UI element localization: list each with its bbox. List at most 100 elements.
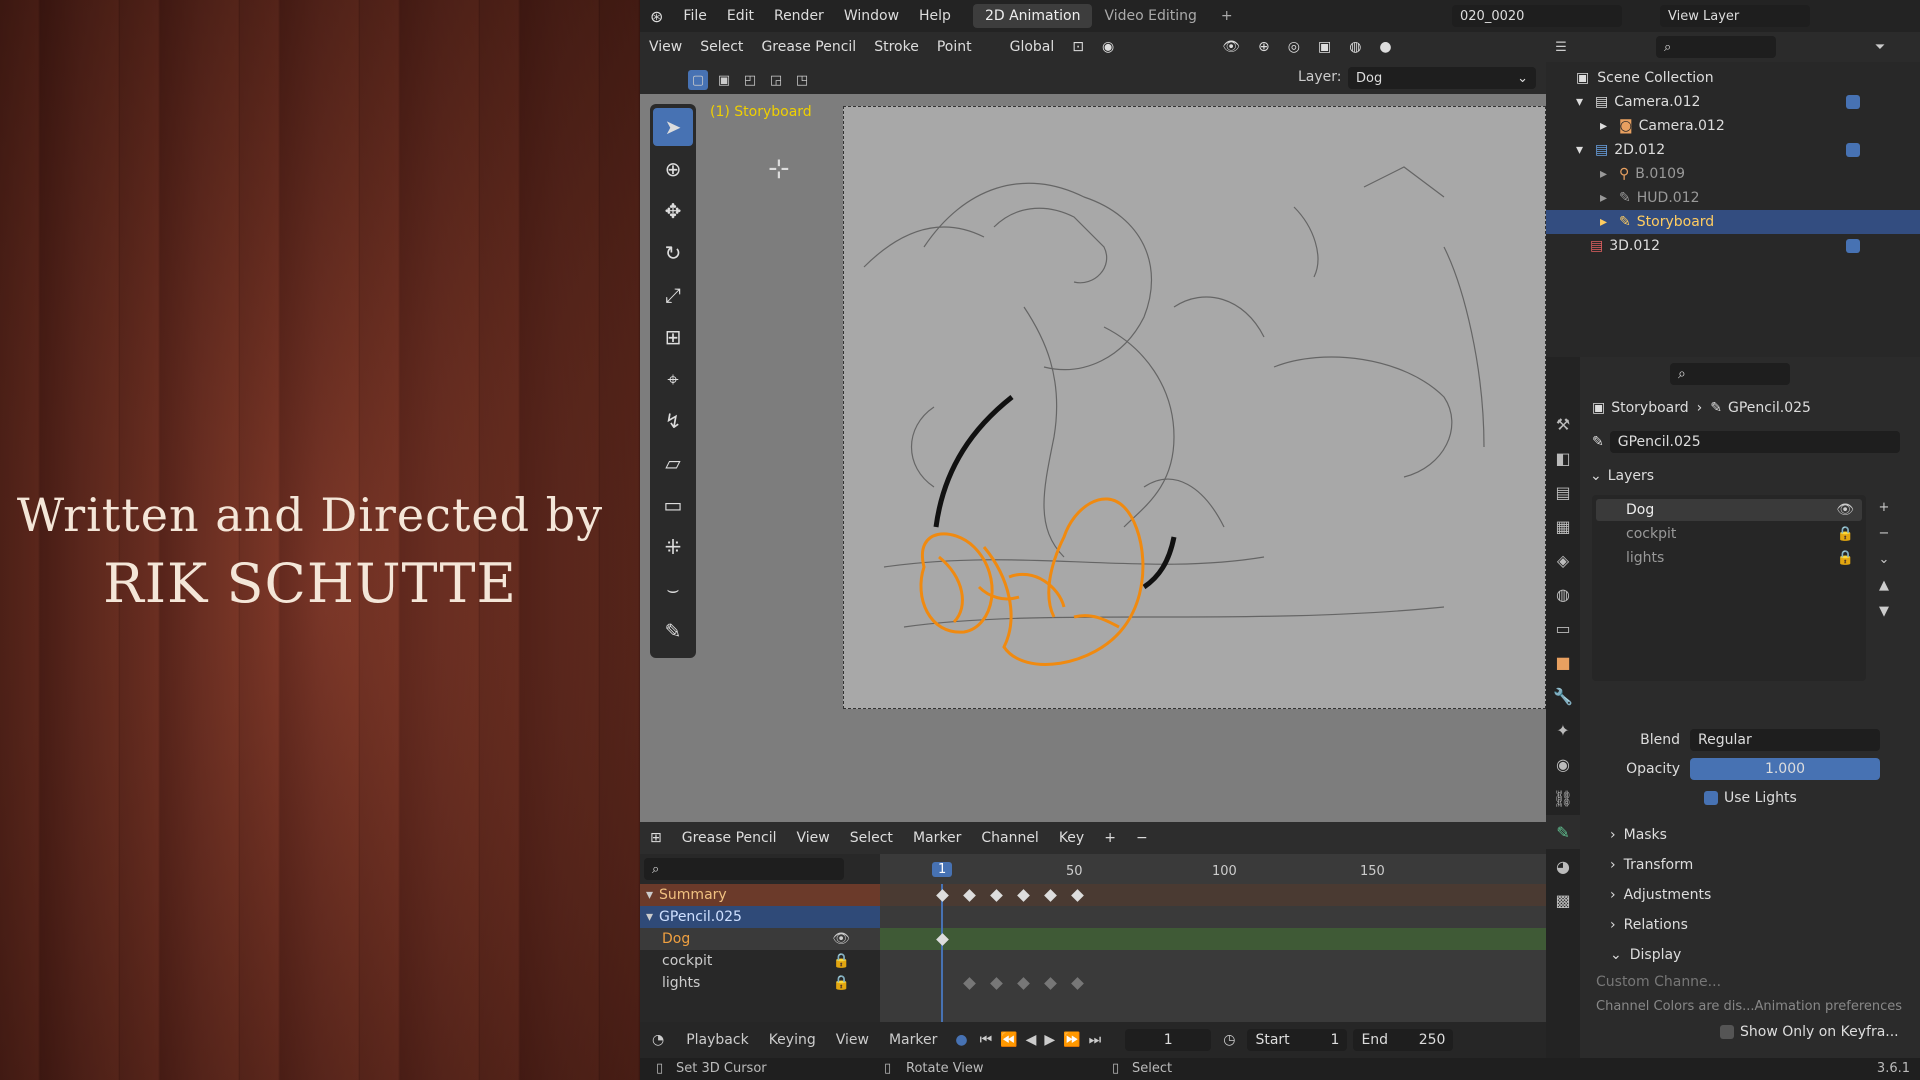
texture-tab-icon[interactable]: ▩: [1546, 883, 1580, 917]
outliner-row-camera-object[interactable]: ▸ ◙ Camera.012: [1546, 114, 1920, 138]
select-mode-invert-icon[interactable]: ◲: [766, 70, 786, 90]
jump-end-icon[interactable]: ⏭: [1085, 1032, 1106, 1048]
expand-icon[interactable]: ▾: [640, 909, 659, 925]
start-frame-field[interactable]: Start 1: [1247, 1029, 1348, 1051]
menu-render[interactable]: Render: [764, 8, 834, 24]
gizmo-icon[interactable]: ⊕: [1249, 39, 1279, 55]
channel-summary[interactable]: ▾ Summary: [640, 884, 880, 906]
exclude-checkbox[interactable]: [1846, 143, 1860, 157]
collection-tab-icon[interactable]: ▭: [1546, 611, 1580, 645]
visibility-icon[interactable]: 👁: [1213, 39, 1249, 55]
3d-cursor-icon[interactable]: ⊹: [768, 154, 790, 184]
to-sphere-tool-icon[interactable]: ▭: [653, 486, 693, 524]
vp-menu-stroke[interactable]: Stroke: [865, 39, 928, 55]
outliner-row-2d-collection[interactable]: ▾ ▤ 2D.012: [1546, 138, 1920, 162]
expand-icon[interactable]: ▸: [1546, 214, 1613, 230]
channel-search-input[interactable]: ⌕: [644, 858, 844, 880]
show-only-keyframes-checkbox[interactable]: [1720, 1025, 1734, 1039]
select-tool-icon[interactable]: ➤: [653, 108, 693, 146]
move-up-icon[interactable]: ▲: [1874, 575, 1894, 595]
vp-menu-grease-pencil[interactable]: Grease Pencil: [752, 39, 865, 55]
view-layer-selector[interactable]: View Layer: [1660, 5, 1810, 27]
use-lights-checkbox[interactable]: [1704, 791, 1718, 805]
vp-menu-point[interactable]: Point: [928, 39, 981, 55]
physics-tab-icon[interactable]: ◉: [1546, 747, 1580, 781]
transform-fill-tool-icon[interactable]: ⁜: [653, 528, 693, 566]
overlay-icon[interactable]: ◎: [1279, 39, 1309, 55]
pb-menu-keying[interactable]: Keying: [759, 1032, 826, 1048]
keyframe[interactable]: [963, 977, 976, 990]
bend-tool-icon[interactable]: ↯: [653, 402, 693, 440]
channel-cockpit[interactable]: cockpit 🔒: [640, 950, 880, 972]
menu-edit[interactable]: Edit: [717, 8, 764, 24]
prev-key-icon[interactable]: ⏪: [996, 1032, 1021, 1048]
lock-icon[interactable]: 🔒: [1837, 526, 1854, 542]
eye-icon[interactable]: 👁: [1836, 502, 1854, 518]
expand-icon[interactable]: ▸: [1546, 118, 1613, 134]
material-tab-icon[interactable]: ◕: [1546, 849, 1580, 883]
tab-video-editing[interactable]: Video Editing: [1092, 4, 1208, 28]
add-workspace-icon[interactable]: +: [1209, 4, 1245, 28]
exclude-checkbox[interactable]: [1846, 95, 1860, 109]
modifier-tab-icon[interactable]: 🔧: [1546, 679, 1580, 713]
tab-2d-animation[interactable]: 2D Animation: [972, 4, 1093, 28]
editor-type-icon[interactable]: ⊞: [640, 830, 672, 846]
add-layer-icon[interactable]: +: [1874, 497, 1894, 517]
exclude-checkbox[interactable]: [1846, 239, 1860, 253]
outliner-row-hud[interactable]: ▸ ✎ HUD.012: [1546, 186, 1920, 210]
interpolate-tool-icon[interactable]: ⌣: [653, 570, 693, 608]
section-masks[interactable]: › Masks: [1580, 822, 1920, 848]
proportional-icon[interactable]: ◉: [1093, 39, 1123, 55]
outliner-row-camera-collection[interactable]: ▾ ▤ Camera.012: [1546, 90, 1920, 114]
keyframe[interactable]: [1044, 977, 1057, 990]
current-frame-indicator[interactable]: 1: [932, 862, 953, 877]
move-down-icon[interactable]: ▼: [1874, 601, 1894, 621]
current-frame-field[interactable]: 1: [1125, 1029, 1212, 1051]
keyframe-area[interactable]: 1 50 100 150: [880, 854, 1546, 1024]
expand-icon[interactable]: ▾: [1546, 142, 1589, 158]
select-mode-intersect-icon[interactable]: ◳: [792, 70, 812, 90]
pb-menu-playback[interactable]: Playback: [676, 1032, 758, 1048]
scene-tab-icon[interactable]: ◈: [1546, 543, 1580, 577]
shear-tool-icon[interactable]: ▱: [653, 444, 693, 482]
expand-icon[interactable]: ▸: [1546, 166, 1613, 182]
lock-icon[interactable]: 🔒: [1837, 550, 1854, 566]
blend-dropdown[interactable]: Regular: [1690, 729, 1880, 751]
section-transform[interactable]: › Transform: [1580, 852, 1920, 878]
outliner-row-3d-collection[interactable]: ▤ 3D.012: [1546, 234, 1920, 258]
object-tab-icon[interactable]: ■: [1546, 645, 1580, 679]
expand-icon[interactable]: ▾: [1546, 94, 1589, 110]
vp-menu-select[interactable]: Select: [691, 39, 752, 55]
opacity-slider[interactable]: 1.000: [1690, 758, 1880, 780]
expand-icon[interactable]: ▾: [640, 887, 659, 903]
outliner-search-input[interactable]: ⌕: [1656, 36, 1776, 58]
display-mode-icon[interactable]: ☰: [1551, 37, 1571, 57]
pb-menu-marker[interactable]: Marker: [879, 1032, 947, 1048]
section-display[interactable]: ⌄ Display: [1580, 942, 1920, 968]
keyframe[interactable]: [1071, 977, 1084, 990]
layers-panel-header[interactable]: ⌄ Layers: [1580, 463, 1920, 489]
ds-menu-channel[interactable]: Channel: [971, 830, 1048, 846]
ds-menu-view[interactable]: View: [787, 830, 840, 846]
properties-search-input[interactable]: ⌕: [1670, 363, 1790, 385]
ds-menu-select[interactable]: Select: [840, 830, 903, 846]
shading-wire-icon[interactable]: ◍: [1340, 39, 1370, 55]
rotate-tool-icon[interactable]: ↻: [653, 234, 693, 272]
play-reverse-icon[interactable]: ◀: [1022, 1032, 1041, 1048]
end-frame-field[interactable]: End 250: [1353, 1029, 1454, 1051]
outliner-row-storyboard[interactable]: ▸ ✎ Storyboard: [1546, 210, 1920, 234]
annotate-tool-icon[interactable]: ✎: [653, 612, 693, 650]
outliner-row-armature[interactable]: ▸ ⚲ B.0109: [1546, 162, 1920, 186]
next-key-icon[interactable]: ⏩: [1059, 1032, 1084, 1048]
pb-menu-view[interactable]: View: [826, 1032, 879, 1048]
select-mode-subtract-icon[interactable]: ◰: [740, 70, 760, 90]
select-mode-new-icon[interactable]: ▢: [688, 70, 708, 90]
view-layer-tab-icon[interactable]: ▦: [1546, 509, 1580, 543]
jump-start-icon[interactable]: ⏮: [976, 1032, 997, 1048]
add-layer-icon[interactable]: +: [1094, 830, 1126, 846]
layer-item-cockpit[interactable]: cockpit 🔒: [1596, 523, 1862, 545]
channel-dog[interactable]: Dog 👁: [640, 928, 880, 950]
blender-logo-icon[interactable]: ⊛: [640, 7, 673, 26]
expand-icon[interactable]: ▸: [1546, 190, 1613, 206]
snap-icon[interactable]: ⊡: [1063, 39, 1093, 55]
